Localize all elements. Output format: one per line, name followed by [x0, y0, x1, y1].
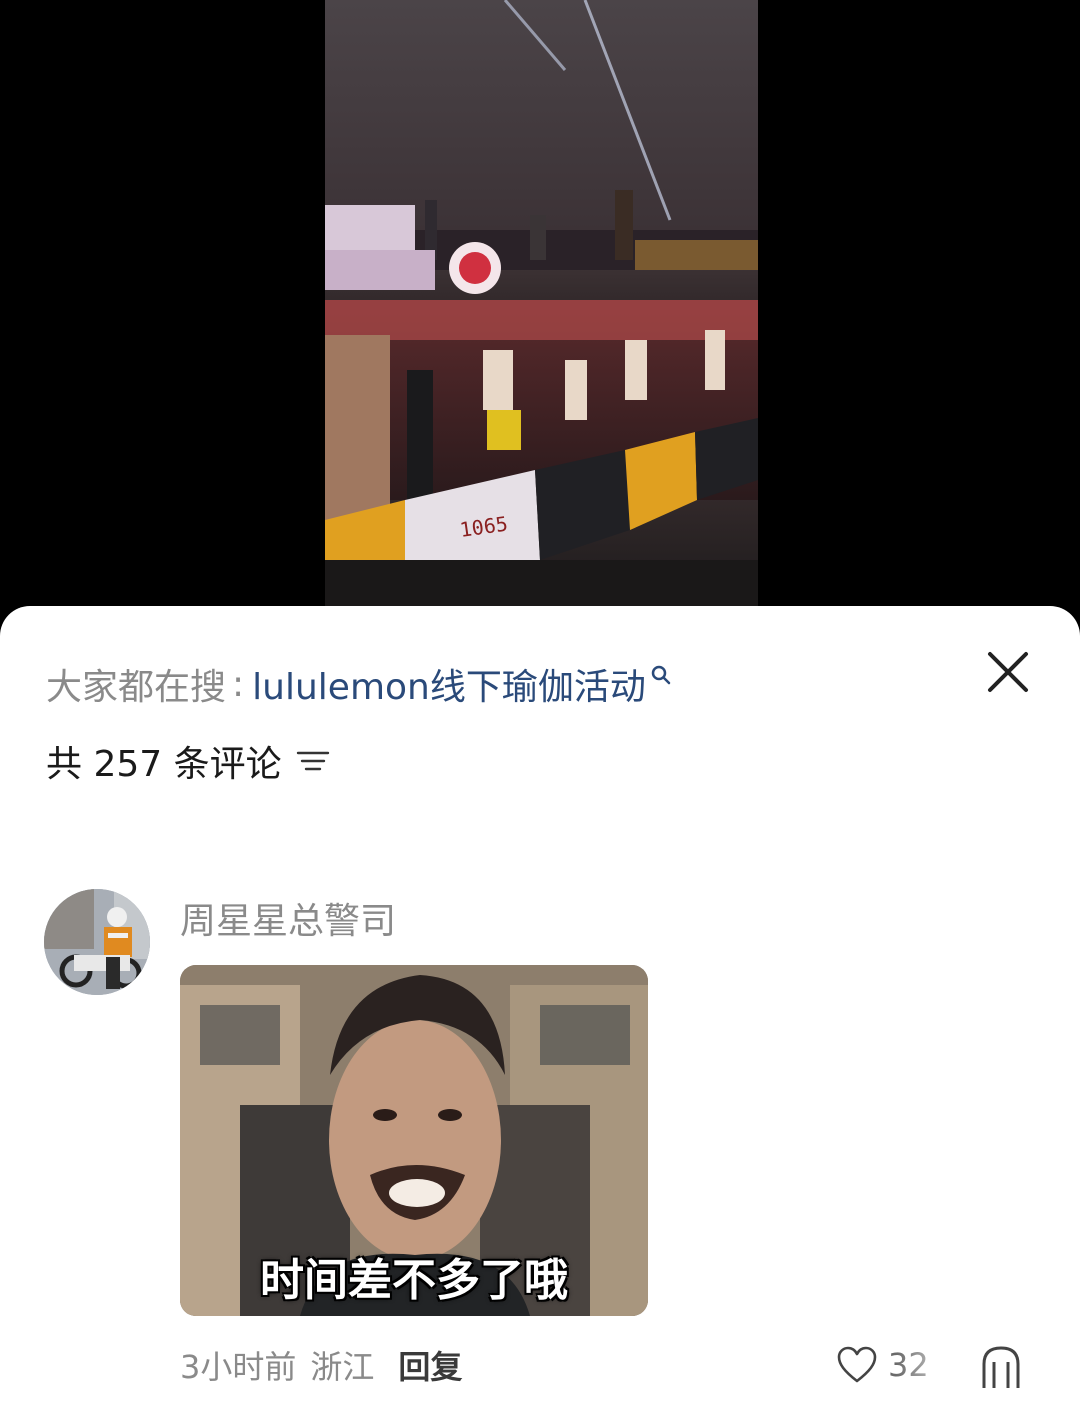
sticker-caption: 时间差不多了哦 [260, 1255, 568, 1306]
comment-sticker-image[interactable]: 时间差不多了哦 [180, 965, 648, 1316]
trending-search-label: 大家都在搜 [46, 667, 227, 708]
comment-time: 3小时前 [180, 1348, 297, 1386]
comment-count-header: 共 257 条评论 [46, 736, 330, 786]
close-icon[interactable] [982, 646, 1034, 698]
screen: 1065 大家都在搜 : lululemon线下瑜伽活动 共 257 条评论 周… [0, 0, 1080, 1409]
trending-search[interactable]: 大家都在搜 : lululemon线下瑜伽活动 [46, 656, 672, 712]
video-player[interactable]: 1065 [325, 0, 758, 606]
comment-username[interactable]: 周星星总警司 [180, 892, 396, 944]
avatar[interactable] [44, 889, 150, 995]
comment-location: 浙江 [310, 1348, 375, 1386]
comment-sheet: 大家都在搜 : lululemon线下瑜伽活动 共 257 条评论 周星星总警司… [0, 606, 1080, 1409]
video-frame-scene: 1065 [325, 0, 758, 606]
trending-search-separator: : [232, 663, 245, 705]
comment-count: 共 257 条评论 [46, 744, 282, 785]
dislike-icon[interactable] [976, 1344, 1026, 1390]
comment-meta: 3小时前 浙江 回复 [180, 1340, 462, 1390]
filter-icon[interactable] [296, 747, 330, 775]
avatar-image [44, 889, 150, 995]
search-icon [651, 665, 671, 685]
reply-button[interactable]: 回复 [398, 1342, 462, 1388]
heart-icon [837, 1346, 877, 1383]
trending-search-term[interactable]: lululemon线下瑜伽活动 [252, 658, 646, 710]
